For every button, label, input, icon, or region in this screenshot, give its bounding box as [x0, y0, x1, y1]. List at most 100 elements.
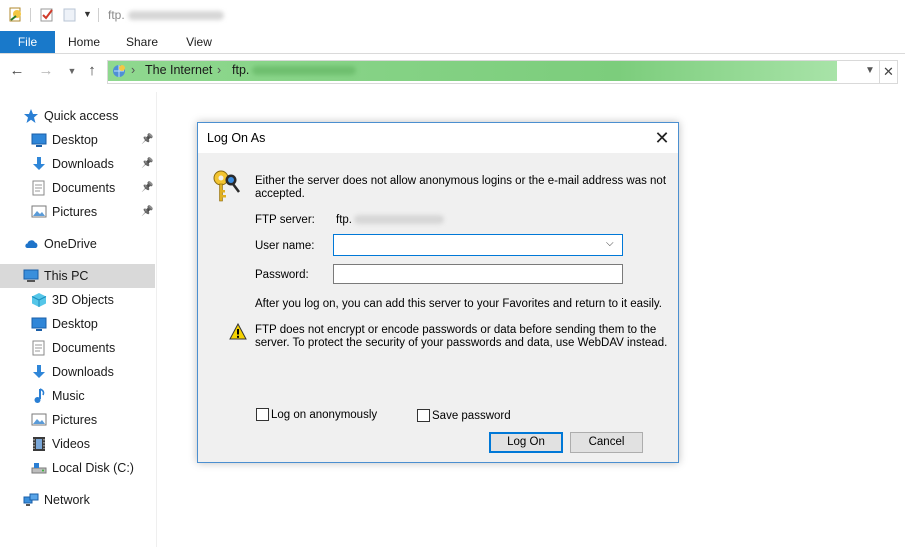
download-icon [31, 364, 47, 380]
redacted-host [252, 66, 357, 76]
log-on-button[interactable]: Log On [489, 432, 563, 453]
sidebar-item-label: Documents [52, 341, 116, 355]
up-arrow-icon[interactable]: ↑ [82, 60, 102, 82]
sidebar-item-desktop[interactable]: Desktop [0, 312, 155, 336]
sidebar-item-label: Documents [52, 181, 116, 195]
sidebar-item-label: This PC [44, 269, 89, 283]
back-arrow-icon[interactable]: ← [7, 60, 27, 82]
sidebar-item-network[interactable]: Network [0, 488, 155, 512]
sidebar-item-label: Desktop [52, 133, 98, 147]
tab-view[interactable]: View [180, 31, 218, 53]
checkmark-icon[interactable] [39, 7, 55, 23]
internet-location-icon [111, 63, 127, 79]
save-password-checkbox[interactable] [417, 409, 430, 422]
disk-icon [31, 460, 47, 476]
breadcrumb-ftp[interactable]: ftp. [232, 63, 357, 77]
username-input[interactable] [334, 235, 602, 253]
sidebar-item-label: Music [52, 389, 85, 403]
forward-arrow-icon[interactable]: → [36, 60, 56, 82]
pin-icon[interactable]: 📌 [141, 128, 153, 152]
message-line-2: accepted. [255, 188, 305, 200]
dialog-title: Log On As [207, 131, 266, 145]
password-field[interactable] [333, 264, 623, 284]
sidebar-item-local-disk-c[interactable]: Local Disk (C:) [0, 456, 155, 480]
sidebar-item-label: 3D Objects [52, 293, 114, 307]
save-password-label[interactable]: Save password [432, 410, 511, 423]
sidebar-item-pictures[interactable]: Pictures 📌 [0, 200, 155, 224]
document-icon [31, 180, 47, 196]
sidebar-item-label: Downloads [52, 157, 114, 171]
sidebar-item-label: Desktop [52, 317, 98, 331]
pictures-icon [31, 204, 47, 220]
username-label: User name: [255, 240, 315, 252]
sidebar-item-quick-access[interactable]: Quick access [0, 104, 155, 128]
customize-dropdown-icon[interactable]: ▼ [83, 9, 92, 19]
sidebar-item-label: Videos [52, 437, 90, 451]
stop-icon[interactable]: ✕ [879, 60, 898, 84]
dialog-title-bar [198, 123, 678, 153]
sidebar-item-downloads[interactable]: Downloads [0, 360, 155, 384]
warning-line-2: server. To protect the security of your … [255, 337, 668, 349]
breadcrumb-separator-icon: › [131, 63, 136, 77]
recent-locations-icon[interactable]: ▼ [62, 60, 82, 82]
close-icon[interactable]: ✕ [652, 128, 672, 148]
desktop-icon [31, 132, 47, 148]
message-line-1: Either the server does not allow anonymo… [255, 175, 667, 187]
username-combobox[interactable]: ⌵ [333, 234, 623, 256]
sidebar-item-videos[interactable]: Videos [0, 432, 155, 456]
warning-icon [229, 322, 247, 341]
sidebar-item-label: OneDrive [44, 237, 97, 251]
cloud-icon [23, 236, 39, 252]
pictures-icon [31, 412, 47, 428]
star-icon [23, 108, 39, 124]
sidebar-item-label: Downloads [52, 365, 114, 379]
log-on-anonymously-checkbox[interactable] [256, 408, 269, 421]
tab-home[interactable]: Home [62, 31, 106, 53]
sidebar-item-documents[interactable]: Documents 📌 [0, 176, 155, 200]
address-dropdown-icon[interactable]: ▼ [862, 61, 878, 81]
sidebar-item-downloads[interactable]: Downloads 📌 [0, 152, 155, 176]
pin-icon[interactable]: 📌 [141, 176, 153, 200]
ftp-server-label: FTP server: [255, 214, 315, 226]
computer-icon [23, 268, 39, 284]
log-on-anonymously-label[interactable]: Log on anonymously [271, 409, 377, 422]
window-title: ftp. [108, 8, 224, 22]
pin-icon[interactable]: 📌 [141, 200, 153, 224]
toolbar-separator [30, 8, 31, 22]
keys-icon [211, 168, 243, 204]
network-icon [23, 492, 39, 508]
video-icon [31, 436, 47, 452]
sidebar-item-desktop[interactable]: Desktop 📌 [0, 128, 155, 152]
password-label: Password: [255, 269, 309, 281]
redacted-host [353, 215, 444, 225]
cancel-button[interactable]: Cancel [570, 432, 643, 453]
ftp-server-value: ftp. [336, 214, 444, 227]
sidebar-item-onedrive[interactable]: OneDrive [0, 232, 155, 256]
sidebar-item-label: Network [44, 493, 90, 507]
favorites-info-text: After you log on, you can add this serve… [255, 298, 662, 310]
sidebar-item-this-pc[interactable]: This PC [0, 264, 155, 288]
music-icon [31, 388, 47, 404]
sidebar-item-label: Pictures [52, 205, 98, 219]
cube-icon [31, 292, 47, 308]
sidebar-item-music[interactable]: Music [0, 384, 155, 408]
sidebar-item-documents[interactable]: Documents [0, 336, 155, 360]
tab-file[interactable]: File [0, 31, 55, 53]
log-on-as-dialog: Log On As ✕ Either the server does not a… [197, 122, 679, 463]
pin-icon[interactable]: 📌 [141, 152, 153, 176]
toolbar-separator [98, 8, 99, 22]
new-folder-icon[interactable] [62, 7, 78, 23]
redacted-host [127, 11, 224, 21]
sidebar-item-pictures[interactable]: Pictures [0, 408, 155, 432]
sidebar-item-label: Local Disk (C:) [52, 461, 134, 475]
tab-share[interactable]: Share [121, 31, 163, 53]
warning-line-1: FTP does not encrypt or encode passwords… [255, 324, 657, 336]
breadcrumb-the-internet[interactable]: The Internet [145, 63, 212, 77]
password-input[interactable] [334, 265, 620, 281]
desktop-icon [31, 316, 47, 332]
download-icon [31, 156, 47, 172]
breadcrumb-separator-icon: › [217, 63, 222, 77]
chevron-down-icon[interactable]: ⌵ [606, 238, 614, 249]
sidebar-item-3d-objects[interactable]: 3D Objects [0, 288, 155, 312]
properties-icon[interactable] [8, 7, 24, 23]
